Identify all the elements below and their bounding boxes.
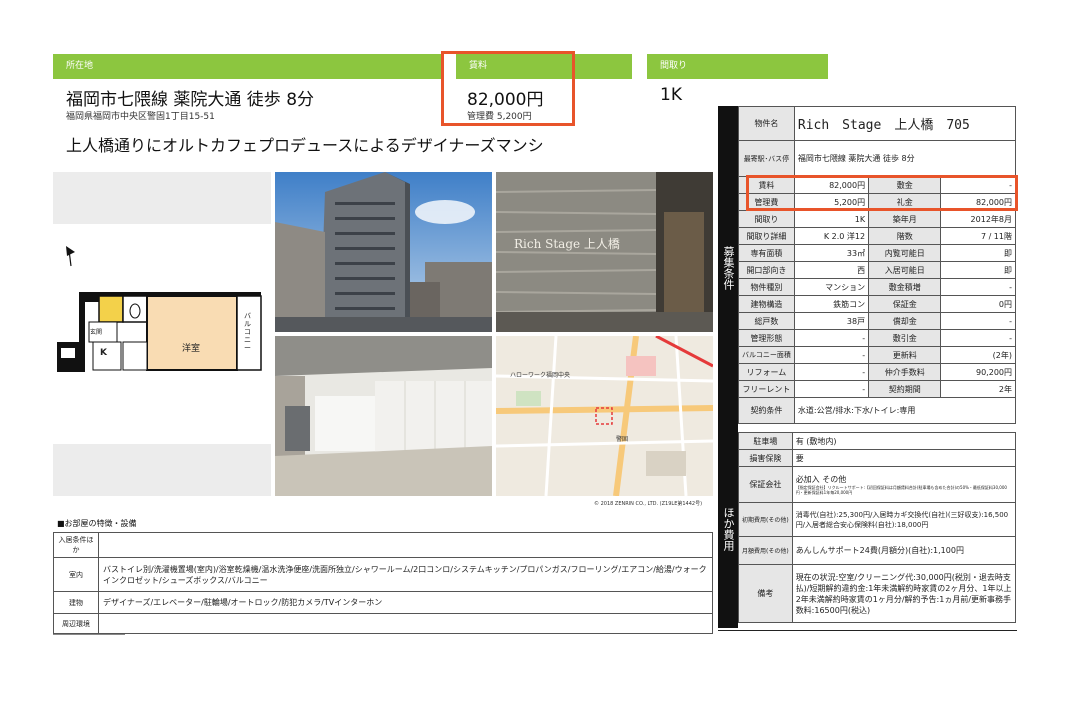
remarks-value: 現在の状況:空室/クリーニング代:30,000円(税別・退去時支払)/短期解約違… xyxy=(791,564,1017,623)
sign-text: Rich Stage 上人橋 xyxy=(514,237,620,251)
floorplan-top-pad xyxy=(53,172,271,224)
features-value xyxy=(98,613,713,634)
other-cost-table: 駐車場 有 (敷地内) 損害保険 要 保証会社 必加入 その他 【指定保証会社】… xyxy=(738,432,1017,623)
features-label: 室内 xyxy=(53,557,99,592)
footer-rule xyxy=(53,634,125,635)
access-text: 福岡市七隈線 薬院大通 徒歩 8分 xyxy=(66,90,315,110)
address-text: 福岡県福岡市中央区警固1丁目15-51 xyxy=(66,112,215,122)
compass-icon xyxy=(66,246,75,267)
property-name: Rich Stage 上人橋 705 xyxy=(793,106,1017,141)
kitchen-label: K xyxy=(100,348,107,358)
features-row-interior: 室内 バストイレ別/洗濯機置場(室内)/浴室乾燥機/温水洗浄便座/洗面所独立/シ… xyxy=(53,557,713,592)
rent-highlight-box xyxy=(441,51,575,126)
bottom-rule xyxy=(718,630,1017,631)
room-western-label: 洋室 xyxy=(182,344,201,354)
info-row: バルコニー面積 - 更新料 (2年) xyxy=(738,346,1016,364)
info-row: 間取り詳細 K 2.0 洋12 階数 7 / 11階 xyxy=(738,227,1016,245)
guarantee-main: 必加入 その他 xyxy=(795,474,847,484)
info-row: リフォーム - 仲介手数料 90,200円 xyxy=(738,363,1016,381)
property-name-label: 物件名 xyxy=(738,106,795,141)
insurance-label: 損害保険 xyxy=(738,449,793,467)
remarks-label: 備考 xyxy=(738,564,793,623)
balcony-label: バルコニー xyxy=(244,312,251,352)
info-row: 物件種別 マンション 敷金積増 - xyxy=(738,278,1016,296)
features-title: ■お部屋の特徴・設備 xyxy=(57,519,137,528)
insurance-value: 要 xyxy=(791,449,1017,467)
monthly-cost-label: 月額費用(その他) xyxy=(738,536,793,565)
map-label-hello-work: ハローワーク福岡中央 xyxy=(510,372,571,379)
floorplan-panel: 洋室 玄関 K バルコニー xyxy=(53,224,271,444)
photo-map: ハローワーク福岡中央 警固 xyxy=(496,336,713,496)
station-label: 最寄駅･バス停 xyxy=(738,140,795,177)
photo-interior xyxy=(275,336,492,496)
layout-label: 間取り xyxy=(647,54,828,79)
layout-value: 1K xyxy=(660,85,682,105)
parking-value: 有 (敷地内) xyxy=(791,432,1017,450)
info-row: 間取り 1K 築年月 2012年8月 xyxy=(738,210,1016,228)
info-row: 総戸数 38戸 償却金 - xyxy=(738,312,1016,330)
room-entrance-label: 玄関 xyxy=(90,329,103,336)
rent-row-highlight-box xyxy=(746,175,1018,211)
parking-label: 駐車場 xyxy=(738,432,793,450)
info-row: 管理形態 - 敷引金 - xyxy=(738,329,1016,347)
guarantee-label: 保証会社 xyxy=(738,466,793,503)
initial-cost-label: 初期費用(その他) xyxy=(738,502,793,537)
features-value: バストイレ別/洗濯機置場(室内)/浴室乾燥機/温水洗浄便座/洗面所独立/シャワー… xyxy=(98,557,713,592)
features-row-building: 建物 デザイナーズ/エレベーター/駐輪場/オートロック/防犯カメラ/TVインター… xyxy=(53,591,713,614)
recruit-table: 物件名 Rich Stage 上人橋 705 最寄駅･バス停 福岡市七隈線 薬院… xyxy=(738,106,1017,424)
info-row: 開口部向き西入居可能日即 xyxy=(738,261,1016,279)
features-label: 建物 xyxy=(53,591,99,614)
features-label: 入居条件ほか xyxy=(53,532,99,558)
features-value: デザイナーズ/エレベーター/駐輪場/オートロック/防犯カメラ/TVインターホン xyxy=(98,591,713,614)
info-row: 建物構造 鉄筋コン 保証金 0円 xyxy=(738,295,1016,313)
guarantee-detail: 【指定保証会社】リクルートサポート:【初回保証料は月額賃料合計(駐車場も含めた合… xyxy=(795,484,1007,495)
initial-cost-value: 消毒代(自社):25,300円/入居時カギ交換代(自社)(三好収支):16,50… xyxy=(791,502,1017,537)
features-value xyxy=(98,532,713,558)
photo-building-exterior xyxy=(275,172,492,332)
monthly-cost-value: あんしんサポート24費(月額分)(自社):1,100円 xyxy=(791,536,1017,565)
catch-copy: 上人橋通りにオルトカフェプロデュースによるデザイナーズマンシ xyxy=(66,136,544,155)
features-table: 入居条件ほか 室内 バストイレ別/洗濯機置場(室内)/浴室乾燥機/温水洗浄便座/… xyxy=(53,532,713,634)
floorplan-bottom-pad xyxy=(53,444,271,496)
contract-label: 契約条件 xyxy=(738,397,795,424)
features-label: 周辺環境 xyxy=(53,613,99,634)
map-label-keigo: 警固 xyxy=(616,436,629,443)
contract-value: 水道:公営/排水:下水/トイレ:専用 xyxy=(793,397,1017,424)
map-copyright: © 2018 ZENRIN CO., LTD. (Z19LE第1442号) xyxy=(594,501,703,507)
location-label: 所在地 xyxy=(53,54,441,79)
features-row-surroundings: 周辺環境 xyxy=(53,613,713,634)
recruit-side-label: 募集条件 xyxy=(718,106,738,430)
other-side-label: ほか費用 xyxy=(718,430,738,628)
features-row-conditions: 入居条件ほか xyxy=(53,532,713,558)
info-row: 専有面積 33㎡ 内覧可能日即 xyxy=(738,244,1016,262)
station-value: 福岡市七隈線 薬院大通 徒歩 8分 xyxy=(793,140,1017,177)
photo-entrance-sign: Rich Stage 上人橋 xyxy=(496,172,713,332)
info-row: フリーレント - 契約期間 2年 xyxy=(738,380,1016,398)
floorplan-drawing xyxy=(57,246,262,372)
